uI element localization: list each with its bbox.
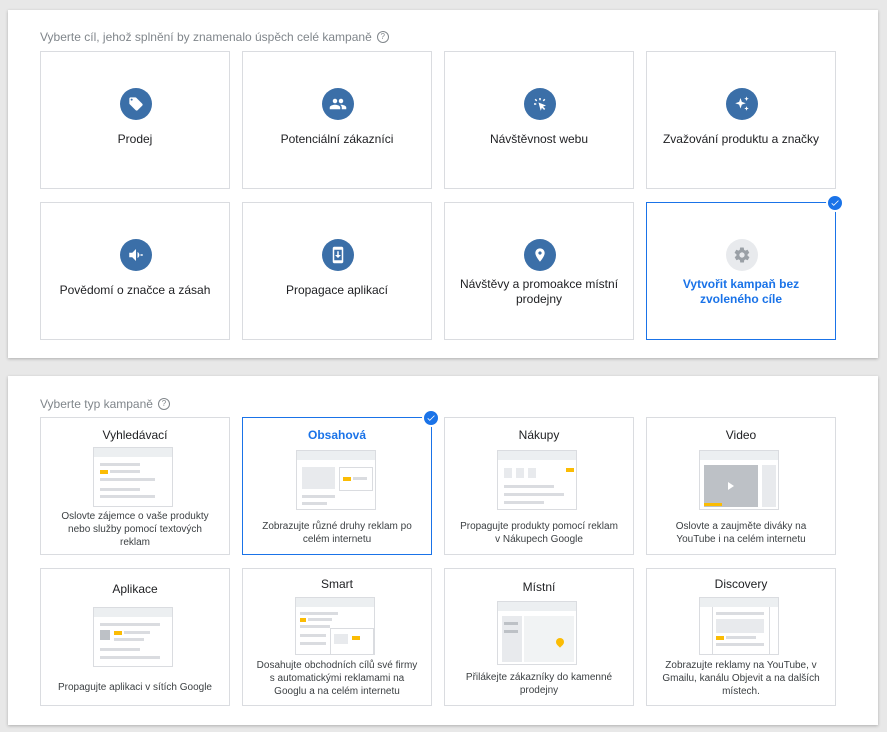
goal-card-sales[interactable]: Prodej (40, 51, 230, 189)
goal-heading-text: Vyberte cíl, jehož splnění by znamenalo … (40, 30, 372, 44)
type-desc: Propagujte produkty pomocí reklam v Náku… (460, 521, 618, 545)
goal-card-website-traffic[interactable]: Návštěvnost webu (444, 51, 634, 189)
type-card-discovery[interactable]: Discovery Zobrazujte reklamy na YouTube,… (646, 568, 836, 706)
check-icon (826, 194, 844, 212)
type-title: Místní (522, 580, 556, 594)
goal-label: Návštěvy a promoakce místní prodejny (459, 277, 619, 306)
video-illustration (699, 450, 779, 510)
sparkle-icon (726, 88, 758, 120)
type-card-display[interactable]: Obsahová Zobrazujte různé druhy reklam p… (242, 409, 440, 555)
type-heading: Vyberte typ kampaně ? (40, 397, 170, 411)
type-title: Obsahová (307, 428, 367, 442)
goal-label: Návštěvnost webu (489, 132, 589, 146)
check-icon (422, 409, 440, 427)
app-illustration (93, 607, 173, 667)
goal-label: Povědomí o značce a zásah (59, 283, 211, 297)
goal-card-awareness[interactable]: Povědomí o značce a zásah (40, 202, 230, 340)
type-title: Video (725, 428, 757, 442)
type-grid: Vyhledávací Oslovte zájemce o vaše produ… (40, 409, 836, 706)
location-pin-icon (524, 239, 556, 271)
type-card-search[interactable]: Vyhledávací Oslovte zájemce o vaše produ… (40, 417, 230, 555)
goal-card-app-promotion[interactable]: Propagace aplikací (242, 202, 432, 340)
phone-download-icon (322, 239, 354, 271)
people-icon (322, 88, 354, 120)
type-title: Aplikace (112, 582, 158, 596)
type-desc: Zobrazujte reklamy na YouTube, v Gmailu,… (662, 660, 820, 697)
goal-card-leads[interactable]: Potenciální zákazníci (242, 51, 432, 189)
smart-illustration (295, 597, 375, 655)
discovery-illustration (699, 597, 779, 655)
type-card-video[interactable]: Video Oslovte a zaujměte diváky na YouTu… (646, 417, 836, 555)
play-icon (728, 482, 734, 490)
campaign-type-panel: Vyberte typ kampaně ? Vyhledávací Oslovt… (8, 376, 878, 725)
type-heading-text: Vyberte typ kampaně (40, 397, 153, 411)
goal-label: Vytvořit kampaň bez zvoleného cíle (682, 277, 800, 306)
type-desc: Přilákejte zákazníky do kamenné prodejny (465, 672, 613, 696)
type-desc: Zobrazujte různé druhy reklam po celém i… (262, 521, 412, 545)
type-card-local[interactable]: Místní Přilákejte zákazníky do kamenné p… (444, 568, 634, 706)
help-icon[interactable]: ? (376, 31, 389, 43)
goal-panel: Vyberte cíl, jehož splnění by znamenalo … (8, 10, 878, 358)
type-desc: Oslovte zájemce o vaše produkty nebo slu… (61, 511, 209, 548)
type-desc: Dosahujte obchodních cílů své firmy s au… (256, 660, 418, 697)
type-title: Nákupy (518, 428, 560, 442)
display-illustration (296, 450, 376, 510)
type-title: Vyhledávací (102, 428, 168, 442)
gear-icon (726, 239, 758, 271)
type-card-shopping[interactable]: Nákupy Propagujte produkty pomocí reklam… (444, 417, 634, 555)
local-illustration (497, 601, 577, 665)
goal-heading: Vyberte cíl, jehož splnění by znamenalo … (40, 30, 389, 44)
help-icon[interactable]: ? (157, 398, 170, 410)
speaker-icon (120, 239, 152, 271)
tag-icon (120, 88, 152, 120)
goal-card-consideration[interactable]: Zvažování produktu a značky (646, 51, 836, 189)
cursor-click-icon (524, 88, 556, 120)
goal-card-no-goal[interactable]: Vytvořit kampaň bez zvoleného cíle (646, 194, 844, 340)
shopping-illustration (497, 450, 577, 510)
goal-label: Zvažování produktu a značky (662, 132, 820, 146)
type-desc: Propagujte aplikaci v sítích Google (58, 682, 212, 693)
type-desc: Oslovte a zaujměte diváky na YouTube i n… (675, 521, 807, 545)
goal-label: Propagace aplikací (285, 283, 389, 297)
goal-card-local-store[interactable]: Návštěvy a promoakce místní prodejny (444, 202, 634, 340)
goal-label: Prodej (117, 132, 153, 146)
type-title: Smart (320, 577, 353, 591)
type-card-smart[interactable]: Smart Dosahujte obchodních cílů své firm… (242, 568, 432, 706)
type-card-app[interactable]: Aplikace Propagujte aplikaci v sítích Go… (40, 568, 230, 706)
goal-grid: Prodej Potenciální zákazníci Návštěvnost… (40, 51, 844, 340)
search-illustration (93, 447, 173, 507)
goal-label: Potenciální zákazníci (280, 132, 394, 146)
type-title: Discovery (714, 577, 768, 591)
